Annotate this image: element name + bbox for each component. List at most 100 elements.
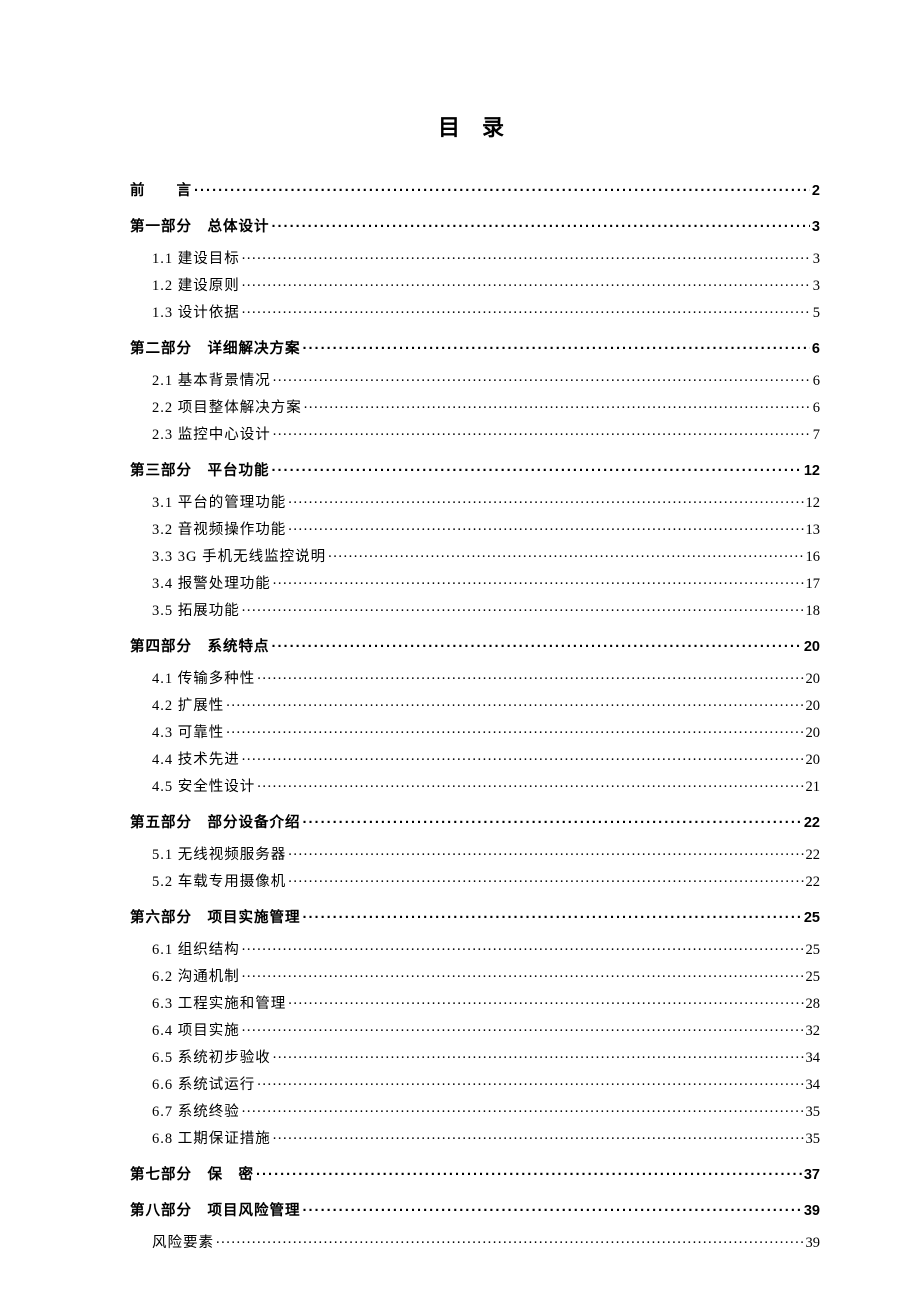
toc-leader-dots: [194, 180, 810, 195]
toc-leader-dots: [242, 275, 811, 290]
toc-entry: 3.2 音视频操作功能13: [130, 519, 820, 537]
toc-leader-dots: [273, 1047, 804, 1062]
toc-leader-dots: [272, 460, 802, 475]
toc-entry: 第八部分 项目风险管理39: [130, 1200, 820, 1218]
toc-entry: 6.2 沟通机制 25: [130, 966, 820, 984]
toc-entry: 1.3 设计依据 5: [130, 302, 820, 320]
toc-entry-page: 3: [812, 220, 820, 235]
toc-entry-label: 3.2 音视频操作功能: [152, 523, 286, 538]
toc-entry: 6.1 组织结构25: [130, 939, 820, 957]
toc-entry: 6.3 工程实施和管理 28: [130, 993, 820, 1011]
toc-entry: 1.1 建设目标 3: [130, 248, 820, 266]
toc-leader-dots: [257, 776, 803, 791]
toc-entry-page: 3: [813, 252, 820, 267]
toc-entry-page: 6: [812, 342, 820, 357]
toc-entry-page: 6: [813, 374, 820, 389]
toc-leader-dots: [273, 1128, 804, 1143]
toc-leader-dots: [242, 600, 804, 615]
toc-entry-page: 7: [813, 428, 820, 443]
toc-leader-dots: [226, 695, 803, 710]
toc-list: 前 言2第一部分 总体设计31.1 建设目标31.2 建设原则31.3 设计依据…: [130, 180, 820, 1250]
toc-entry: 2.3 监控中心设计7: [130, 424, 820, 442]
toc-entry-label: 1.1 建设目标: [152, 252, 240, 267]
toc-leader-dots: [272, 216, 810, 231]
toc-leader-dots: [288, 492, 803, 507]
toc-entry: 4.5 安全性设计 21: [130, 776, 820, 794]
toc-entry: 3.1 平台的管理功能12: [130, 492, 820, 510]
toc-leader-dots: [257, 668, 803, 683]
toc-entry-page: 35: [806, 1132, 821, 1147]
toc-entry-page: 28: [806, 997, 821, 1012]
toc-entry: 第四部分 系统特点20: [130, 636, 820, 654]
toc-leader-dots: [242, 1020, 804, 1035]
toc-leader-dots: [288, 993, 803, 1008]
toc-entry-page: 35: [806, 1105, 821, 1120]
toc-leader-dots: [303, 812, 802, 827]
toc-entry-label: 6.6 系统试运行: [152, 1078, 255, 1093]
toc-entry: 第六部分 项目实施管理25: [130, 907, 820, 925]
toc-entry-page: 37: [804, 1168, 820, 1183]
toc-entry-label: 3.3 3G 手机无线监控说明: [152, 550, 326, 565]
toc-entry: 4.2 扩展性20: [130, 695, 820, 713]
toc-entry: 4.1 传输多种性 20: [130, 668, 820, 686]
toc-leader-dots: [242, 939, 804, 954]
toc-entry: 6.7 系统终验 35: [130, 1101, 820, 1119]
toc-leader-dots: [257, 1074, 803, 1089]
toc-entry: 3.4 报警处理功能17: [130, 573, 820, 591]
toc-leader-dots: [226, 722, 803, 737]
toc-entry-page: 25: [806, 970, 821, 985]
toc-entry: 第二部分 详细解决方案 6: [130, 338, 820, 356]
toc-leader-dots: [273, 370, 811, 385]
toc-entry-label: 1.3 设计依据: [152, 306, 240, 321]
toc-entry-page: 20: [806, 753, 821, 768]
toc-entry: 3.3 3G 手机无线监控说明 16: [130, 546, 820, 564]
toc-entry-label: 4.5 安全性设计: [152, 780, 255, 795]
toc-entry-page: 21: [806, 780, 821, 795]
toc-entry: 前 言2: [130, 180, 820, 198]
toc-leader-dots: [242, 1101, 804, 1116]
toc-entry-label: 6.7 系统终验: [152, 1105, 240, 1120]
toc-entry-label: 5.1 无线视频服务器: [152, 848, 286, 863]
toc-entry-label: 第三部分 平台功能: [130, 464, 270, 479]
toc-entry: 第五部分 部分设备介绍22: [130, 812, 820, 830]
toc-entry-label: 6.2 沟通机制: [152, 970, 240, 985]
toc-leader-dots: [303, 1200, 802, 1215]
toc-entry: 4.3 可靠性20: [130, 722, 820, 740]
toc-entry-page: 5: [813, 306, 820, 321]
toc-leader-dots: [242, 248, 811, 263]
toc-leader-dots: [256, 1164, 802, 1179]
toc-entry-page: 39: [806, 1236, 821, 1251]
toc-entry-label: 4.1 传输多种性: [152, 672, 255, 687]
toc-entry-page: 20: [806, 672, 821, 687]
toc-leader-dots: [272, 636, 802, 651]
toc-entry: 5.1 无线视频服务器22: [130, 844, 820, 862]
toc-entry-page: 32: [806, 1024, 821, 1039]
toc-entry: 风险要素 39: [130, 1232, 820, 1250]
toc-leader-dots: [216, 1232, 804, 1247]
toc-entry-label: 6.3 工程实施和管理: [152, 997, 286, 1012]
toc-entry: 6.4 项目实施32: [130, 1020, 820, 1038]
toc-leader-dots: [273, 424, 811, 439]
toc-entry-label: 第一部分 总体设计: [130, 220, 270, 235]
toc-leader-dots: [288, 871, 803, 886]
toc-entry-label: 1.2 建设原则: [152, 279, 240, 294]
toc-entry: 6.8 工期保证措施35: [130, 1128, 820, 1146]
toc-entry-page: 20: [804, 640, 820, 655]
toc-entry-page: 34: [806, 1051, 821, 1066]
toc-leader-dots: [288, 519, 803, 534]
toc-entry-label: 风险要素: [152, 1236, 214, 1251]
toc-entry-label: 3.1 平台的管理功能: [152, 496, 286, 511]
toc-leader-dots: [273, 573, 804, 588]
toc-entry-label: 2.2 项目整体解决方案: [152, 401, 302, 416]
toc-entry-label: 第七部分 保 密: [130, 1168, 254, 1183]
toc-leader-dots: [242, 749, 804, 764]
toc-entry: 2.1 基本背景情况6: [130, 370, 820, 388]
toc-entry: 第一部分 总体设计 3: [130, 216, 820, 234]
toc-entry-label: 第二部分 详细解决方案: [130, 342, 301, 357]
toc-leader-dots: [328, 546, 803, 561]
toc-entry-page: 2: [812, 184, 820, 199]
toc-entry-page: 18: [806, 604, 821, 619]
toc-entry-label: 3.5 拓展功能: [152, 604, 240, 619]
toc-entry-page: 16: [806, 550, 821, 565]
toc-entry: 6.6 系统试运行34: [130, 1074, 820, 1092]
